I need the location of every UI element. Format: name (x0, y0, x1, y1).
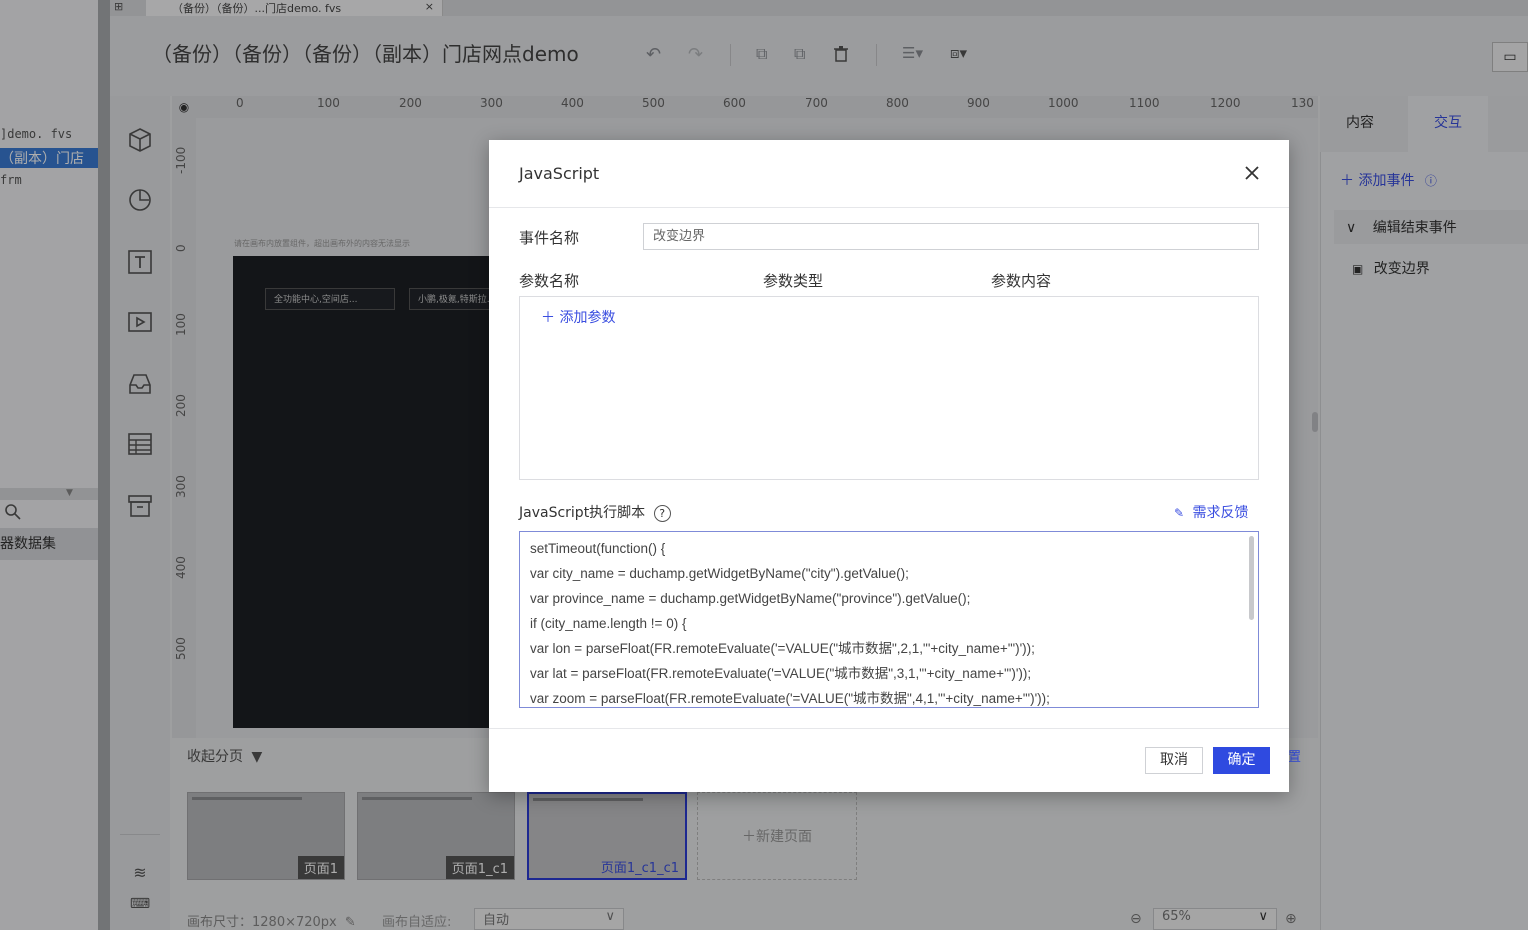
overlay-link[interactable]: 置 (1288, 746, 1301, 765)
script-label: JavaScript执行脚本 ? (519, 502, 671, 522)
add-param-button[interactable]: ＋ 添加参数 (541, 307, 615, 327)
param-type-header: 参数类型 (763, 272, 824, 290)
script-editor[interactable]: setTimeout(function() { var city_name = … (519, 531, 1259, 708)
code-line: var lon = parseFloat(FR.remoteEvaluate('… (530, 641, 1035, 656)
code-line: var lat = parseFloat(FR.remoteEvaluate('… (530, 666, 1032, 681)
cancel-button[interactable]: 取消 (1145, 747, 1203, 774)
code-line: if (city_name.length != 0) { (530, 616, 687, 631)
close-icon[interactable] (1244, 160, 1260, 181)
dialog-divider (489, 728, 1289, 729)
script-scrollbar[interactable] (1249, 536, 1254, 620)
event-name-label: 事件名称 (519, 229, 580, 247)
event-name-input[interactable]: 改变边界 (643, 223, 1259, 250)
code-line: var city_name = duchamp.getWidgetByName(… (530, 566, 909, 581)
edit-icon: ✎ (1174, 506, 1185, 520)
code-line: var zoom = parseFloat(FR.remoteEvaluate(… (530, 691, 1050, 706)
param-name-header: 参数名称 (519, 272, 580, 290)
params-list (519, 296, 1259, 480)
dialog-title: JavaScript (519, 164, 600, 183)
code-line: setTimeout(function() { (530, 541, 666, 556)
feedback-link[interactable]: ✎ 需求反馈 (1174, 502, 1249, 522)
dialog-divider (489, 207, 1289, 208)
code-line: var province_name = duchamp.getWidgetByN… (530, 591, 971, 606)
script-label-text: JavaScript执行脚本 (519, 505, 646, 521)
help-icon[interactable]: ? (653, 505, 671, 522)
ok-button[interactable]: 确定 (1213, 747, 1270, 774)
param-content-header: 参数内容 (991, 272, 1052, 290)
feedback-label: 需求反馈 (1192, 505, 1249, 521)
